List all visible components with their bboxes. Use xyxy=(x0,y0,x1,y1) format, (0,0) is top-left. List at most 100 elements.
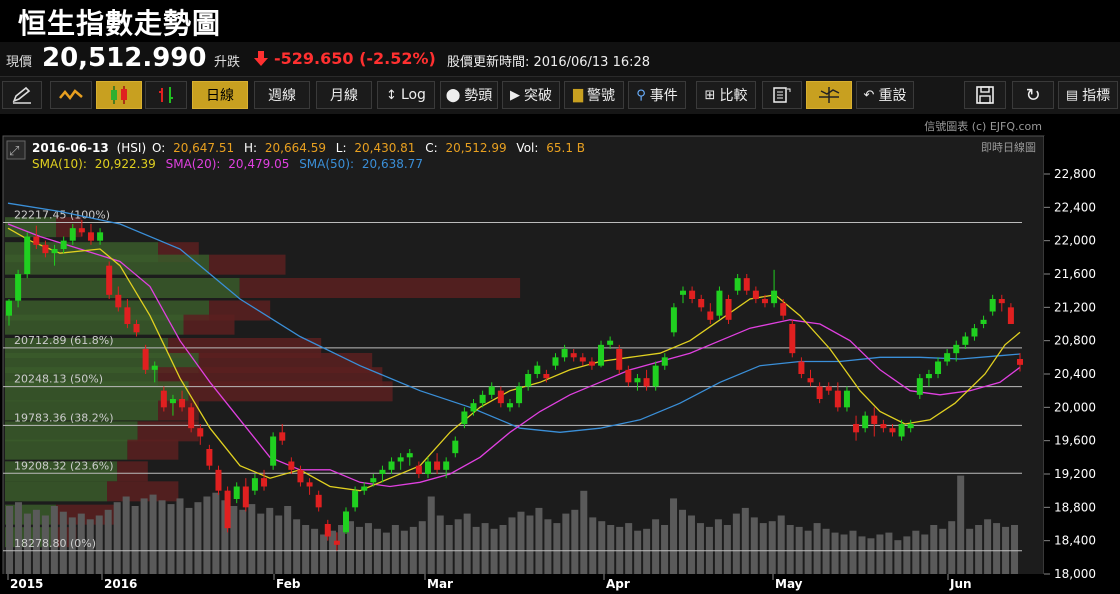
line-chart-button[interactable] xyxy=(50,81,92,109)
event-button[interactable]: ⚲ 事件 xyxy=(628,81,686,109)
volume-bar xyxy=(176,498,184,582)
volume-bar xyxy=(813,523,821,582)
candle-body xyxy=(87,232,94,241)
x-tick-label: 2015 xyxy=(10,577,43,591)
refresh-icon: ↻ xyxy=(1025,84,1041,106)
volume-bar xyxy=(687,515,695,582)
candle-body xyxy=(925,374,932,379)
warning-button[interactable]: ▇ 警號 xyxy=(564,81,624,109)
daily-button[interactable]: 日線 xyxy=(192,81,248,109)
candle-body xyxy=(24,236,31,274)
candle-body xyxy=(51,249,58,254)
volume-bar xyxy=(364,523,372,582)
log-label: Log xyxy=(400,87,426,103)
candle-body xyxy=(716,290,723,316)
candle-body xyxy=(106,265,113,295)
candle-body xyxy=(652,365,659,387)
y-tick-label: 18,000 xyxy=(1054,567,1096,581)
candle-body xyxy=(825,386,832,391)
candle-body xyxy=(789,324,796,354)
candle-body xyxy=(169,399,176,404)
indicators-button[interactable]: ▤ 指標 xyxy=(1058,81,1118,109)
pattern-label: 勢頭 xyxy=(464,88,493,104)
page-setting-button[interactable] xyxy=(762,81,802,109)
breakout-button[interactable]: ▶ 突破 xyxy=(502,81,560,109)
pattern-button[interactable]: ⬤ 勢頭 xyxy=(440,81,498,109)
volume-bar xyxy=(777,515,785,582)
candle-body xyxy=(670,307,677,333)
monthly-button[interactable]: 月線 xyxy=(316,81,372,109)
volume-bar xyxy=(661,525,669,582)
daily-label: 日線 xyxy=(206,88,234,104)
volume-profile-bull-bar xyxy=(5,314,184,335)
volume-profile-bull-bar xyxy=(5,278,240,298)
candle-body xyxy=(315,494,322,508)
volume-bar xyxy=(481,523,489,582)
volume-bar xyxy=(131,506,139,582)
volume-bar xyxy=(759,523,767,582)
candle-body xyxy=(625,369,632,383)
volume-bar xyxy=(194,502,202,582)
candlestick-button[interactable] xyxy=(96,81,142,109)
candle-body xyxy=(279,432,286,441)
volume-bar xyxy=(418,521,426,582)
volume-bar xyxy=(6,506,13,582)
price-chart[interactable]: 22217.45 (100%) 20712.89 (61.8%) 20248.13 … xyxy=(0,114,1120,594)
volume-bar xyxy=(212,492,220,582)
candle-body xyxy=(761,299,768,304)
candle-body xyxy=(516,386,523,404)
volume-bar xyxy=(948,521,956,582)
candle-body xyxy=(15,274,22,301)
candle-body xyxy=(160,390,167,408)
candle-body xyxy=(689,290,696,299)
document-list-icon xyxy=(773,87,791,103)
warning-box-icon: ▇ xyxy=(573,87,583,103)
candle-body xyxy=(944,353,951,362)
candle-body xyxy=(306,482,313,487)
candle-body xyxy=(734,278,741,291)
candle-body xyxy=(561,349,568,358)
compare-button[interactable]: ⊞ 比較 xyxy=(696,81,756,109)
candle-body xyxy=(552,357,559,366)
volume-bar xyxy=(723,525,731,582)
refresh-button[interactable]: ↻ xyxy=(1012,81,1054,109)
fib-label: 20248.13 (50%) xyxy=(14,373,103,386)
candle-body xyxy=(935,361,942,374)
volume-bar xyxy=(562,513,570,582)
volume-bar xyxy=(266,507,274,582)
candle-body xyxy=(497,390,504,404)
draw-tool-button[interactable] xyxy=(2,81,42,109)
candle-body xyxy=(862,415,869,429)
y-tick-label: 21,200 xyxy=(1054,300,1096,314)
volume-profile-bear-bar xyxy=(127,439,179,460)
reset-button[interactable]: ↶ 重設 xyxy=(856,81,914,109)
volume-bar xyxy=(472,526,480,582)
weekly-label: 週線 xyxy=(268,88,296,104)
candle-body xyxy=(443,461,450,470)
candle-body xyxy=(889,428,896,433)
ohlc-bar-button[interactable] xyxy=(145,81,187,109)
current-price: 20,512.990 xyxy=(42,43,207,73)
pencil-icon xyxy=(12,86,31,104)
candle-body xyxy=(42,244,49,254)
volume-bar xyxy=(705,526,713,582)
volume-bar xyxy=(355,526,363,582)
x-tick-label: Feb xyxy=(276,577,301,591)
save-button[interactable] xyxy=(964,81,1006,109)
volume-bar xyxy=(463,513,471,582)
volume-bar xyxy=(679,509,687,582)
candle-body xyxy=(60,240,67,249)
weekly-button[interactable]: 週線 xyxy=(254,81,310,109)
candle-body xyxy=(352,490,359,508)
volume-bar xyxy=(993,523,1001,582)
price-label: 現價 xyxy=(6,55,33,70)
quote-bar: 現價 20,512.990 升跌 -529.650 (-2.52%) 股價更新時… xyxy=(0,42,1120,76)
crosshair-button[interactable] xyxy=(806,81,852,109)
log-button[interactable]: ↕ Log xyxy=(377,81,435,109)
candle-body xyxy=(124,307,131,324)
crosshair-icon xyxy=(819,87,840,103)
candle-body xyxy=(707,311,714,320)
chart-area[interactable]: 信號圖表 (c) EJFQ.com 22217.45 (100%) 20712.8… xyxy=(0,114,1120,594)
volume-bar xyxy=(95,515,103,582)
update-time: 股價更新時間: 2016/06/13 16:28 xyxy=(447,55,651,70)
